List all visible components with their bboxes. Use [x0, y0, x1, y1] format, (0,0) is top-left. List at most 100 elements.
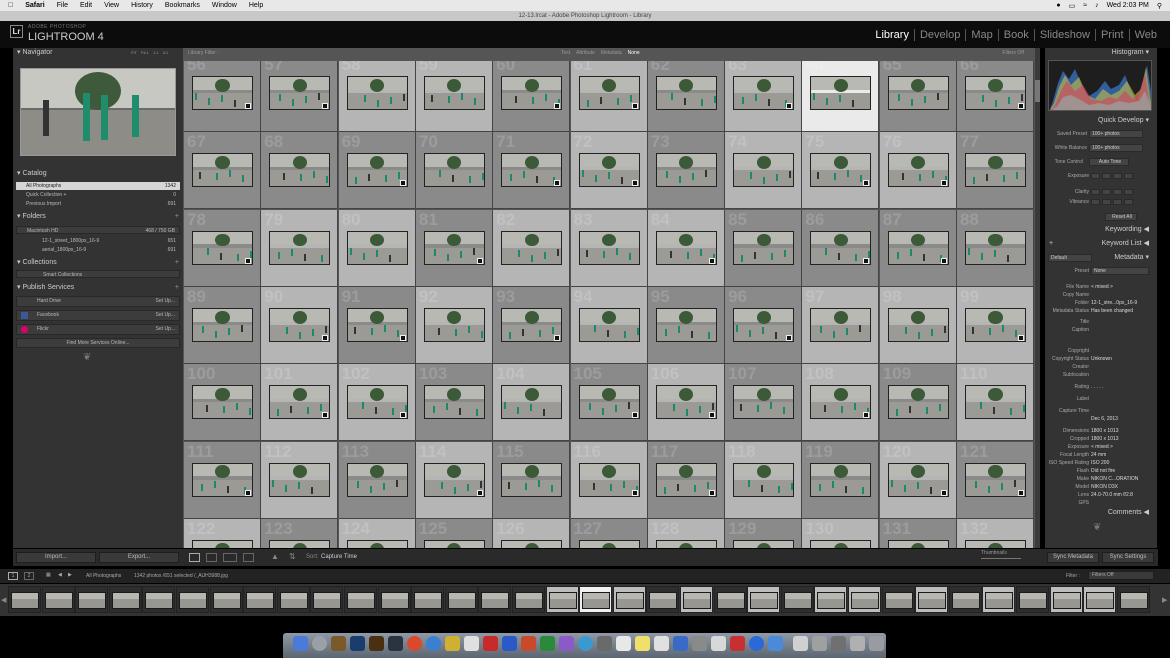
folder-item[interactable]: aerial_1800px_16-9 691	[16, 246, 180, 254]
grid-cell[interactable]: 81	[415, 209, 493, 287]
grid-cell[interactable]: 103	[415, 364, 493, 442]
filmstrip-thumbnail[interactable]	[545, 586, 579, 613]
grid-cell[interactable]: 82	[493, 209, 571, 287]
photo-thumbnail[interactable]	[269, 462, 331, 497]
comments-header[interactable]: Comments ◀	[1045, 508, 1157, 518]
volume-icon[interactable]: ♪	[1095, 2, 1099, 9]
grid-cell[interactable]: 66	[957, 61, 1034, 132]
grid-cell[interactable]: 126	[493, 518, 571, 548]
grid-cell[interactable]: 77	[957, 132, 1034, 210]
import-button[interactable]: Import...	[16, 552, 96, 563]
photo-thumbnail[interactable]	[423, 153, 485, 188]
grid-cell[interactable]: 73	[647, 132, 725, 210]
metadata-value[interactable]: 24.0-70.0 mm f/2.8	[1091, 492, 1133, 498]
photo-thumbnail[interactable]	[655, 462, 717, 497]
grid-cell[interactable]: 72	[570, 132, 648, 210]
page-2-button[interactable]: 2	[24, 572, 34, 580]
metadata-value[interactable]: ISO 200	[1091, 460, 1109, 466]
app-store-icon[interactable]	[578, 636, 593, 651]
textedit-icon[interactable]	[616, 636, 631, 651]
grid-cell[interactable]: 106	[647, 364, 725, 442]
edited-badge-icon[interactable]	[322, 334, 329, 341]
filmstrip-thumbnail[interactable]	[915, 586, 949, 613]
photo-thumbnail[interactable]	[887, 153, 949, 188]
photo-thumbnail[interactable]	[965, 230, 1026, 265]
metadata-value[interactable]: . . . . .	[1091, 384, 1104, 390]
calendar-icon[interactable]	[464, 636, 479, 651]
grid-cell[interactable]: 120	[879, 441, 957, 519]
filmstrip-thumbnail[interactable]	[646, 586, 680, 613]
edited-badge-icon[interactable]	[399, 412, 406, 419]
histogram-header[interactable]: Histogram ▾	[1045, 48, 1157, 58]
sync-metadata-button[interactable]: Sync Metadata	[1047, 552, 1099, 563]
grid-cell[interactable]: 117	[647, 441, 725, 519]
grid-cell[interactable]: 100	[184, 364, 261, 442]
add-collection-icon[interactable]: +	[175, 258, 179, 268]
grid-cell[interactable]: 119	[802, 441, 880, 519]
photo-thumbnail[interactable]	[733, 307, 795, 342]
add-publish-service-icon[interactable]: +	[175, 283, 179, 293]
grid-cell[interactable]: 92	[415, 286, 493, 364]
calendar-date-icon[interactable]	[654, 636, 669, 651]
photo-thumbnail[interactable]	[733, 462, 795, 497]
preview-icon[interactable]	[597, 636, 612, 651]
publish-service-hard-drive[interactable]: Hard Drive Set Up...	[16, 296, 180, 307]
module-map[interactable]: Map	[965, 29, 997, 41]
collections-header[interactable]: ▾ Collections +	[13, 258, 183, 268]
grid-cell[interactable]: 125	[415, 518, 493, 548]
browser-icon[interactable]	[749, 636, 764, 651]
photo-thumbnail[interactable]	[887, 307, 949, 342]
grid-cell[interactable]: 89	[184, 286, 261, 364]
system-preferences-icon[interactable]	[673, 636, 688, 651]
grid-cell[interactable]: 57	[261, 61, 339, 132]
filmstrip-thumbnail[interactable]	[142, 586, 176, 613]
grid-cell[interactable]: 79	[261, 209, 339, 287]
edited-badge-icon[interactable]	[245, 489, 251, 496]
grid-cell[interactable]: 97	[802, 286, 880, 364]
add-folder-icon[interactable]: +	[175, 212, 179, 222]
edited-badge-icon[interactable]	[476, 489, 483, 496]
saved-preset-dropdown[interactable]: 100+ photos	[1089, 130, 1143, 138]
set-up-button[interactable]: Set Up...	[156, 297, 175, 306]
filmstrip-left-arrow-icon[interactable]: ◀	[1, 596, 6, 604]
photo-thumbnail[interactable]	[810, 307, 872, 342]
grid-cell[interactable]: 91	[338, 286, 416, 364]
module-slideshow[interactable]: Slideshow	[1033, 29, 1095, 41]
folder-stack-icon[interactable]	[831, 636, 846, 651]
module-print[interactable]: Print	[1094, 29, 1129, 41]
filmstrip-thumbnail[interactable]	[780, 586, 814, 613]
grid-cell[interactable]: 94	[570, 286, 648, 364]
photo-thumbnail[interactable]	[965, 462, 1026, 497]
filmstrip-thumbnail[interactable]	[8, 586, 41, 613]
compare-view-icon[interactable]	[223, 553, 237, 562]
metadata-value[interactable]: Unknown	[1091, 356, 1112, 362]
grid-cell[interactable]: 65	[879, 61, 957, 132]
filmstrip-thumbnail[interactable]	[310, 586, 344, 613]
metadata-value[interactable]: Dec 6, 2013	[1091, 416, 1118, 422]
photo-thumbnail[interactable]	[501, 462, 563, 497]
edited-badge-icon[interactable]	[245, 257, 251, 264]
back-arrow-icon[interactable]: ◀	[58, 572, 62, 578]
grid-cell[interactable]: 123	[261, 518, 339, 548]
catalog-item-quick-collection[interactable]: Quick Collection + 0	[16, 191, 180, 199]
clarity-down[interactable]	[1102, 189, 1111, 195]
photo-thumbnail[interactable]	[810, 539, 872, 548]
photo-thumbnail[interactable]	[810, 230, 872, 265]
grid-cell[interactable]: 128	[647, 518, 725, 548]
video-icon[interactable]	[483, 636, 498, 651]
grid-cell[interactable]: 68	[261, 132, 339, 210]
photo-thumbnail[interactable]	[655, 385, 717, 420]
edited-badge-icon[interactable]	[399, 180, 406, 187]
zoom-3-1[interactable]: 3:1	[163, 48, 169, 58]
menu-view[interactable]: View	[98, 2, 125, 9]
photo-thumbnail[interactable]	[192, 462, 253, 497]
edited-badge-icon[interactable]	[940, 180, 947, 187]
photo-thumbnail[interactable]	[501, 307, 563, 342]
metadata-value[interactable]: NIKON C...ORATION	[1091, 476, 1138, 482]
filmstrip-thumbnail[interactable]	[209, 586, 243, 613]
metadata-value[interactable]: < mixed >	[1091, 284, 1113, 290]
grid-cell[interactable]: 56	[184, 61, 261, 132]
photo-thumbnail[interactable]	[965, 539, 1026, 548]
white-balance-dropdown[interactable]: 100+ photos	[1089, 144, 1143, 152]
skype-icon[interactable]: ●	[1056, 2, 1060, 9]
